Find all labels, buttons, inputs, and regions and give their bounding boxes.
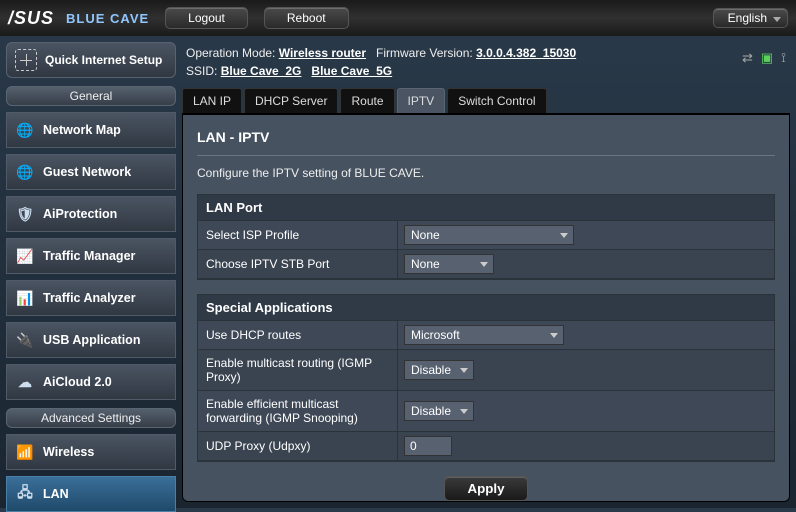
- status-line: Operation Mode: Wireless router Firmware…: [182, 42, 790, 88]
- shield-icon: 🛡: [15, 205, 35, 223]
- tab-dhcp-server[interactable]: DHCP Server: [244, 88, 338, 113]
- isp-profile-value: None: [411, 228, 440, 242]
- sidebar-item-label: Guest Network: [43, 165, 131, 179]
- tab-lan-ip[interactable]: LAN IP: [182, 88, 242, 113]
- fw-label: Firmware Version:: [376, 46, 473, 60]
- usb-status-icon[interactable]: ⟟: [781, 48, 786, 68]
- tab-iptv[interactable]: IPTV: [397, 88, 446, 113]
- language-label: English: [728, 11, 767, 25]
- status-icons: ⇄ ▣ ⟟: [742, 48, 786, 68]
- brand-logo: /SUS: [8, 8, 54, 29]
- sidebar-item-label: AiProtection: [43, 207, 117, 221]
- sidebar-item-lan[interactable]: 🖧 LAN: [6, 476, 176, 512]
- reboot-button[interactable]: Reboot: [264, 7, 349, 29]
- tab-switch-control[interactable]: Switch Control: [447, 88, 546, 113]
- tab-bar: LAN IP DHCP Server Route IPTV Switch Con…: [182, 88, 790, 114]
- special-apps-header: Special Applications: [198, 295, 774, 321]
- sidebar-item-guest-network[interactable]: 🌐 Guest Network: [6, 154, 176, 190]
- sidebar-item-label: Traffic Manager: [43, 249, 135, 263]
- lan-icon: 🖧: [15, 485, 35, 503]
- chart-icon: 📊: [15, 289, 35, 307]
- row-iptv-stb-port: Choose IPTV STB Port None: [198, 250, 774, 279]
- op-mode-label: Operation Mode:: [186, 46, 275, 60]
- internet-status-icon[interactable]: ▣: [761, 48, 773, 68]
- row-udp-proxy: UDP Proxy (Udpxy): [198, 432, 774, 461]
- sidebar-item-wireless[interactable]: 📶 Wireless: [6, 434, 176, 470]
- qis-label: Quick Internet Setup: [45, 53, 162, 67]
- sidebar-item-label: AiCloud 2.0: [43, 375, 112, 389]
- row-isp-profile: Select ISP Profile None: [198, 221, 774, 250]
- special-apps-section: Special Applications Use DHCP routes Mic…: [197, 294, 775, 462]
- row-igmp-snooping: Enable efficient multicast forwarding (I…: [198, 391, 774, 432]
- isp-profile-select[interactable]: None: [404, 225, 574, 245]
- ssid-label: SSID:: [186, 64, 217, 78]
- sidebar-item-traffic-manager[interactable]: 📈 Traffic Manager: [6, 238, 176, 274]
- dhcp-routes-label: Use DHCP routes: [198, 321, 398, 349]
- sidebar-item-label: USB Application: [43, 333, 140, 347]
- dhcp-routes-select[interactable]: Microsoft: [404, 325, 564, 345]
- panel: LAN - IPTV Configure the IPTV setting of…: [182, 114, 790, 502]
- page-title: LAN - IPTV: [197, 129, 775, 156]
- apply-button[interactable]: Apply: [444, 476, 527, 501]
- sidebar-item-aiprotection[interactable]: 🛡 AiProtection: [6, 196, 176, 232]
- sidebar-item-traffic-analyzer[interactable]: 📊 Traffic Analyzer: [6, 280, 176, 316]
- globe-icon: 🌐: [15, 121, 35, 139]
- model-name: BLUE CAVE: [66, 11, 149, 26]
- igmp-proxy-value: Disable: [411, 363, 451, 377]
- tab-route[interactable]: Route: [340, 88, 394, 113]
- ssid-2g-link[interactable]: Blue Cave_2G: [221, 64, 302, 78]
- stb-port-label: Choose IPTV STB Port: [198, 250, 398, 278]
- igmp-proxy-select[interactable]: Disable: [404, 360, 474, 380]
- clients-icon[interactable]: ⇄: [742, 48, 753, 68]
- sidebar-section-advanced: Advanced Settings: [6, 408, 176, 428]
- row-dhcp-routes: Use DHCP routes Microsoft: [198, 321, 774, 350]
- igmp-snooping-label: Enable efficient multicast forwarding (I…: [198, 391, 398, 431]
- sidebar-item-usb-application[interactable]: 🔌 USB Application: [6, 322, 176, 358]
- stb-port-value: None: [411, 257, 440, 271]
- gauge-icon: 📈: [15, 247, 35, 265]
- udp-proxy-input[interactable]: [404, 436, 452, 456]
- stb-port-select[interactable]: None: [404, 254, 494, 274]
- lan-port-header: LAN Port: [198, 195, 774, 221]
- sidebar-item-label: Traffic Analyzer: [43, 291, 136, 305]
- sidebar-item-network-map[interactable]: 🌐 Network Map: [6, 112, 176, 148]
- content: Operation Mode: Wireless router Firmware…: [182, 42, 790, 502]
- dhcp-routes-value: Microsoft: [411, 328, 460, 342]
- language-dropdown[interactable]: English: [713, 8, 788, 28]
- udp-proxy-label: UDP Proxy (Udpxy): [198, 432, 398, 460]
- lan-port-section: LAN Port Select ISP Profile None Choose …: [197, 194, 775, 280]
- sidebar-item-label: LAN: [43, 487, 69, 501]
- sidebar: Quick Internet Setup General 🌐 Network M…: [6, 42, 176, 502]
- ssid-5g-link[interactable]: Blue Cave_5G: [311, 64, 392, 78]
- globe-icon: 🌐: [15, 163, 35, 181]
- usb-icon: 🔌: [15, 331, 35, 349]
- logout-button[interactable]: Logout: [165, 7, 248, 29]
- sidebar-section-general: General: [6, 86, 176, 106]
- sidebar-item-aicloud[interactable]: ☁ AiCloud 2.0: [6, 364, 176, 400]
- quick-internet-setup-button[interactable]: Quick Internet Setup: [6, 42, 176, 78]
- sidebar-item-label: Network Map: [43, 123, 121, 137]
- igmp-snooping-select[interactable]: Disable: [404, 401, 474, 421]
- igmp-proxy-label: Enable multicast routing (IGMP Proxy): [198, 350, 398, 390]
- op-mode-link[interactable]: Wireless router: [279, 46, 366, 60]
- wifi-icon: 📶: [15, 443, 35, 461]
- row-igmp-proxy: Enable multicast routing (IGMP Proxy) Di…: [198, 350, 774, 391]
- fw-link[interactable]: 3.0.0.4.382_15030: [476, 46, 576, 60]
- qis-icon: [15, 49, 37, 71]
- isp-profile-label: Select ISP Profile: [198, 221, 398, 249]
- topbar: /SUS BLUE CAVE Logout Reboot English: [0, 0, 796, 36]
- sidebar-item-label: Wireless: [43, 445, 94, 459]
- igmp-snooping-value: Disable: [411, 404, 451, 418]
- cloud-icon: ☁: [15, 373, 35, 391]
- page-description: Configure the IPTV setting of BLUE CAVE.: [197, 166, 775, 180]
